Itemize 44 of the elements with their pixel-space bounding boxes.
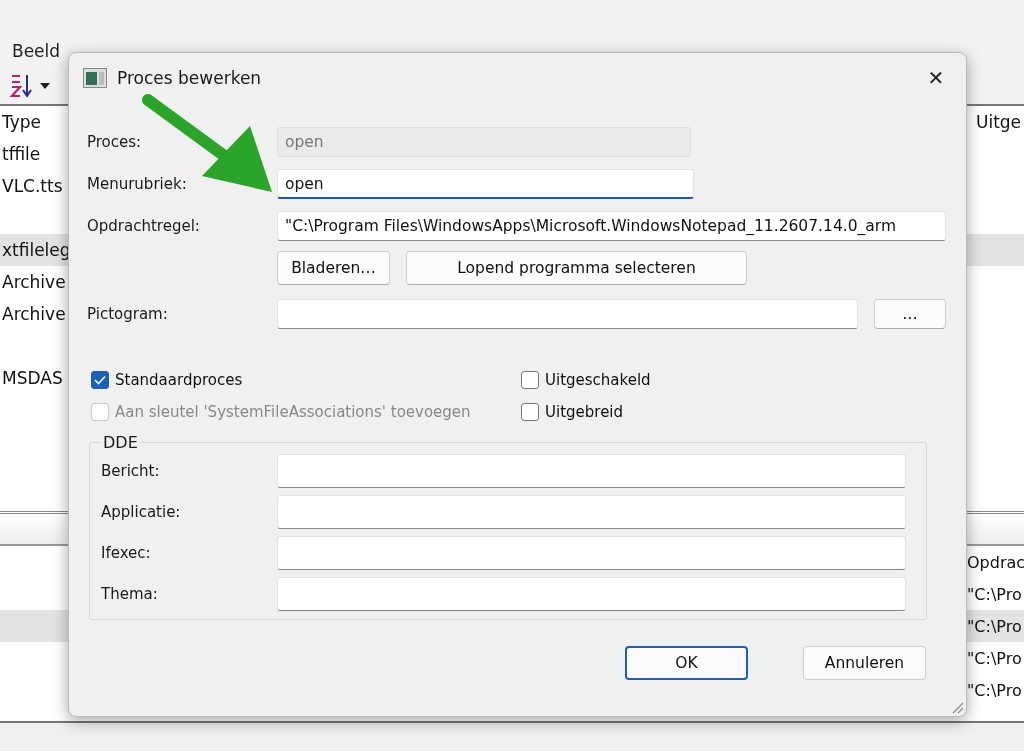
checkbox[interactable]: Uitgebreid bbox=[521, 403, 946, 421]
input-field[interactable] bbox=[277, 454, 906, 488]
group-title: DDE bbox=[102, 433, 139, 452]
window-title: Proces bewerken bbox=[117, 68, 262, 88]
dialog-button[interactable]: Lopend programma selecteren bbox=[406, 251, 747, 285]
dialog-button[interactable]: OK bbox=[625, 646, 748, 680]
checkbox[interactable]: Uitgeschakeld bbox=[521, 371, 946, 389]
list-cell-text: "C:\Pro bbox=[967, 648, 1023, 668]
list-cell: tffile bbox=[2, 144, 41, 164]
field-label: Pictogram: bbox=[87, 305, 169, 323]
input-field[interactable]: "C:\Program Files\WindowsApps\Microsoft.WindowsNotepad_11.2607.14.0_arm bbox=[277, 211, 946, 241]
column-header[interactable]: Uitge bbox=[976, 112, 1024, 132]
list-cell: Archive bbox=[2, 272, 66, 292]
dialog-button[interactable]: Bladeren… bbox=[277, 251, 390, 285]
resize-grip-icon[interactable] bbox=[950, 700, 964, 714]
checkbox[interactable]: Standaardproces bbox=[91, 371, 521, 389]
field-label: Opdrachtregel: bbox=[87, 217, 201, 235]
input-field[interactable] bbox=[277, 299, 858, 329]
input-field[interactable] bbox=[277, 577, 906, 611]
list-cell: xtfileleg bbox=[2, 240, 71, 260]
input-field[interactable] bbox=[277, 495, 906, 529]
list-cell: VLC.tts bbox=[2, 176, 63, 196]
field-label: Thema: bbox=[101, 585, 159, 603]
list-cell: MSDAS bbox=[2, 368, 63, 388]
browse-button[interactable]: … bbox=[874, 299, 946, 329]
list-cell-text: "C:\Pro bbox=[967, 680, 1023, 700]
field-label: Applicatie: bbox=[101, 503, 182, 521]
input-field[interactable] bbox=[277, 536, 906, 570]
menu-item[interactable]: Beeld bbox=[12, 43, 61, 60]
window-icon bbox=[83, 68, 107, 88]
sort-icon[interactable] bbox=[10, 73, 52, 99]
list-cell-text: "C:\Pro bbox=[967, 616, 1023, 636]
close-button[interactable]: ✕ bbox=[906, 54, 966, 102]
dialog-button[interactable]: Annuleren bbox=[803, 646, 926, 680]
field-label: Proces: bbox=[87, 133, 143, 151]
list-cell: Archive bbox=[2, 304, 66, 324]
column-header[interactable]: Opdrac bbox=[967, 552, 1024, 572]
input-field[interactable]: open bbox=[277, 169, 694, 199]
check-icon bbox=[94, 375, 106, 385]
field-label: Bericht: bbox=[101, 462, 161, 480]
field-label: Ifexec: bbox=[101, 544, 152, 562]
field-label: Menurubriek: bbox=[87, 175, 188, 193]
column-header[interactable]: Type bbox=[2, 112, 42, 132]
list-cell-text: "C:\Pro bbox=[967, 584, 1023, 604]
